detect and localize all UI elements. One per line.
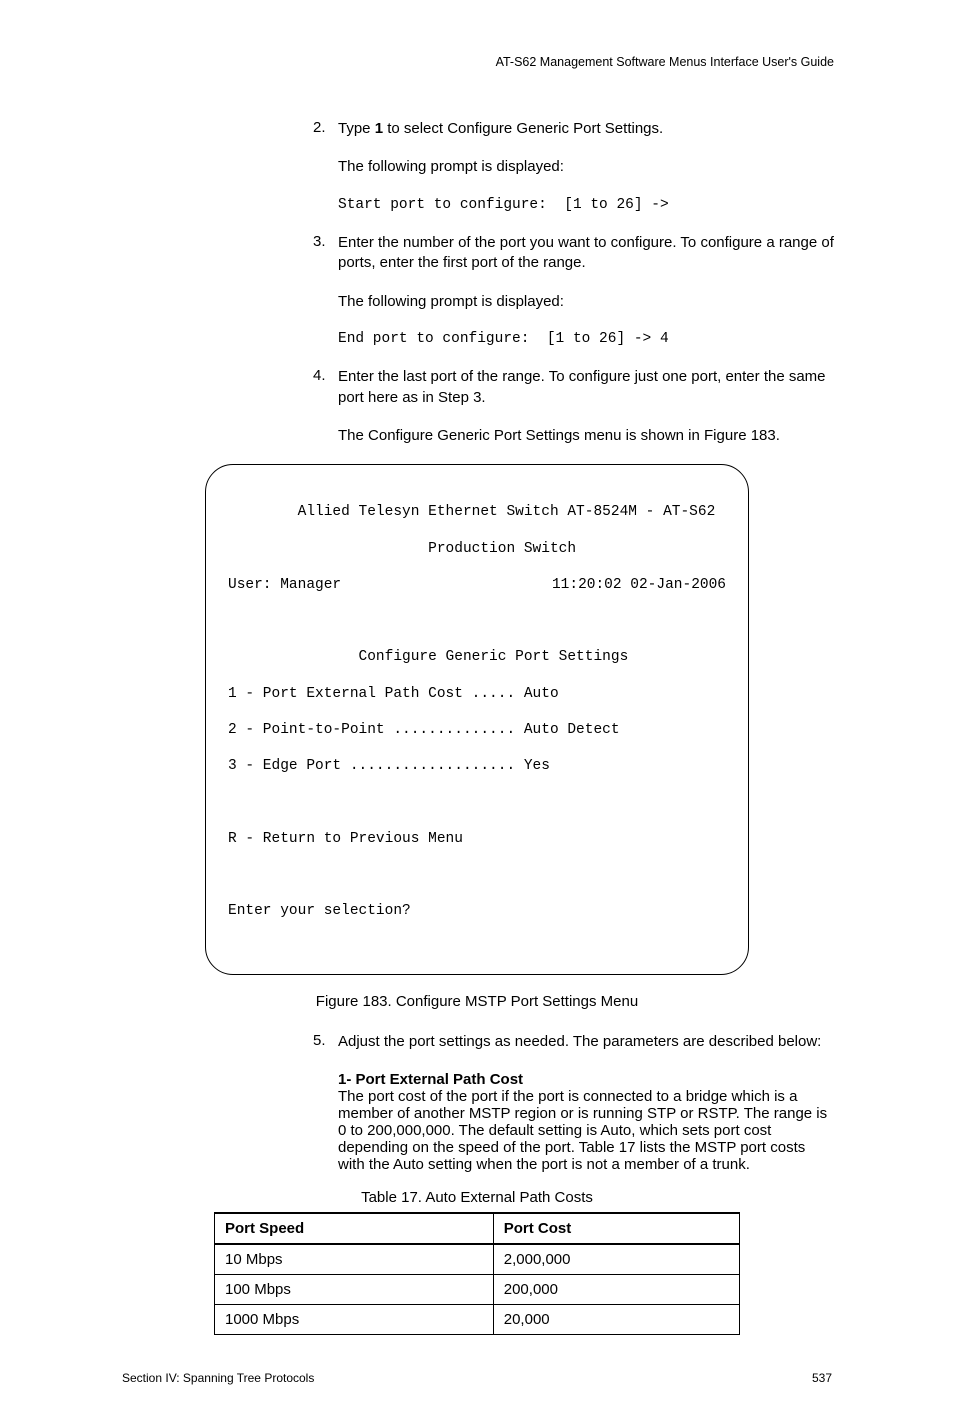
terminal-line: 3 - Edge Port ................... Yes [228,757,726,775]
table-caption: Table 17. Auto External Path Costs [120,1189,834,1206]
numbered-steps-cont: 5. Adjust the port settings as needed. T… [120,1032,834,1172]
code-prompt: End port to configure: [1 to 26] -> 4 [338,330,834,350]
step-text: The Configure Generic Port Settings menu… [338,426,834,446]
table-cell: 2,000,000 [493,1244,739,1275]
terminal-line: 1 - Port External Path Cost ..... Auto [228,685,726,703]
step-text: The following prompt is displayed: [338,292,834,312]
path-cost-table: Port Speed Port Cost 10 Mbps 2,000,000 1… [214,1212,740,1335]
terminal-blank [228,866,726,884]
code-prompt: Start port to configure: [1 to 26] -> [338,196,834,216]
terminal-line: Production Switch [228,540,726,558]
page-footer: Section IV: Spanning Tree Protocols 537 [120,1371,834,1385]
table-cell: 1000 Mbps [215,1304,494,1334]
parameter-heading: 1- Port External Path Cost [338,1071,834,1088]
page-header: AT-S62 Management Software Menus Interfa… [120,55,834,69]
table-row: 1000 Mbps 20,000 [215,1304,740,1334]
step-5: 5. Adjust the port settings as needed. T… [338,1032,834,1172]
table-header: Port Speed [215,1213,494,1244]
terminal-line: User: Manager11:20:02 02-Jan-2006 [228,576,726,594]
footer-page-number: 537 [812,1371,832,1385]
table-header-row: Port Speed Port Cost [215,1213,740,1244]
numbered-steps: 2. Type 1 to select Configure Generic Po… [120,119,834,446]
document-page: AT-S62 Management Software Menus Interfa… [0,0,954,1415]
terminal-line: R - Return to Previous Menu [228,830,726,848]
step-4: 4. Enter the last port of the range. To … [338,367,834,446]
step-number: 2. [313,119,326,136]
header-title: AT-S62 Management Software Menus Interfa… [496,55,834,69]
step-number: 4. [313,367,326,384]
figure-caption: Figure 183. Configure MSTP Port Settings… [120,993,834,1010]
table-row: 10 Mbps 2,000,000 [215,1244,740,1275]
table-cell: 20,000 [493,1304,739,1334]
table-cell: 10 Mbps [215,1244,494,1275]
step-text: Type 1 to select Configure Generic Port … [338,119,834,139]
parameter-block: 1- Port External Path Cost The port cost… [338,1071,834,1173]
terminal-line: Allied Telesyn Ethernet Switch AT-8524M … [228,503,726,521]
step-text: Enter the number of the port you want to… [338,233,834,274]
terminal-line: Enter your selection? [228,902,726,920]
parameter-body: The port cost of the port if the port is… [338,1088,827,1173]
terminal-screen: Allied Telesyn Ethernet Switch AT-8524M … [205,464,749,975]
step-text: Enter the last port of the range. To con… [338,367,834,408]
terminal-blank [228,612,726,630]
table-header: Port Cost [493,1213,739,1244]
step-text: Adjust the port settings as needed. The … [338,1032,834,1052]
step-number: 3. [313,233,326,250]
table-row: 100 Mbps 200,000 [215,1274,740,1304]
footer-section: Section IV: Spanning Tree Protocols [122,1371,314,1385]
terminal-line: Configure Generic Port Settings [228,648,726,666]
terminal-blank [228,793,726,811]
step-text: The following prompt is displayed: [338,157,834,177]
table-cell: 100 Mbps [215,1274,494,1304]
table-cell: 200,000 [493,1274,739,1304]
terminal-line: 2 - Point-to-Point .............. Auto D… [228,721,726,739]
step-3: 3. Enter the number of the port you want… [338,233,834,349]
step-number: 5. [313,1032,326,1049]
step-2: 2. Type 1 to select Configure Generic Po… [338,119,834,215]
